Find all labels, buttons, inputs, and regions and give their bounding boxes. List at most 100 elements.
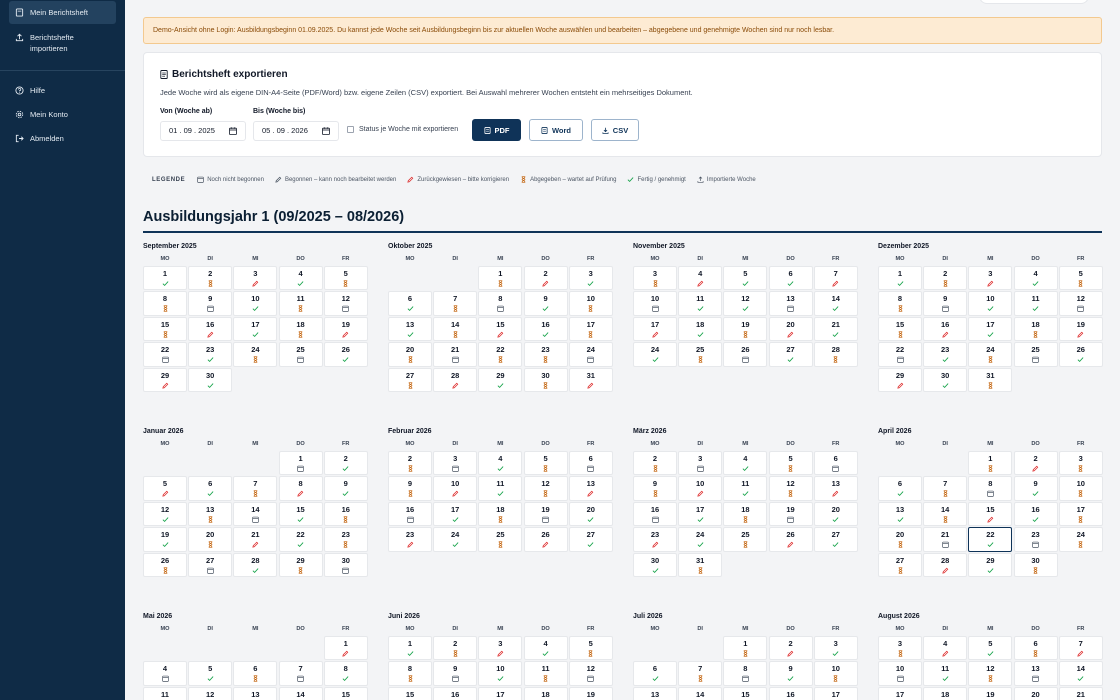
day-cell[interactable]: 6: [768, 266, 813, 291]
day-cell[interactable]: 23: [188, 342, 233, 367]
day-cell[interactable]: 6: [813, 451, 858, 476]
day-cell[interactable]: 7: [433, 291, 478, 316]
day-cell[interactable]: 15: [878, 316, 922, 342]
day-cell[interactable]: 10: [433, 476, 478, 501]
day-cell[interactable]: 20: [388, 342, 432, 367]
day-cell[interactable]: 11: [278, 291, 323, 316]
day-cell[interactable]: 2: [523, 266, 568, 291]
day-cell[interactable]: 14: [678, 686, 723, 700]
from-week-input[interactable]: 01 . 09 . 2025: [160, 121, 246, 141]
day-cell[interactable]: 27: [568, 527, 613, 552]
day-cell[interactable]: 23: [323, 527, 368, 552]
day-cell[interactable]: 21: [233, 527, 278, 552]
day-cell[interactable]: 17: [678, 501, 723, 527]
day-cell[interactable]: 14: [813, 291, 858, 316]
day-cell[interactable]: 9: [323, 476, 368, 501]
day-cell[interactable]: 22: [278, 527, 323, 552]
day-cell[interactable]: 5: [568, 636, 613, 661]
sidebar-item-berichtshefte-importieren[interactable]: Berichtshefte importieren: [9, 26, 116, 60]
day-cell[interactable]: 3: [678, 451, 723, 476]
day-cell[interactable]: 14: [923, 501, 968, 527]
day-cell[interactable]: 10: [813, 661, 858, 686]
day-cell[interactable]: 25: [723, 527, 768, 552]
day-cell[interactable]: 19: [143, 527, 187, 552]
day-cell[interactable]: 7: [923, 476, 968, 501]
day-cell[interactable]: 31: [568, 367, 613, 393]
day-cell[interactable]: 19: [523, 501, 568, 527]
day-cell[interactable]: 16: [768, 686, 813, 700]
day-cell[interactable]: 18: [923, 686, 968, 700]
day-cell[interactable]: 18: [523, 686, 568, 700]
day-cell[interactable]: 29: [278, 552, 323, 578]
top-right-control[interactable]: [979, 0, 1089, 4]
day-cell[interactable]: 3: [633, 266, 677, 291]
day-cell[interactable]: 29: [143, 367, 187, 393]
day-cell[interactable]: 1: [968, 451, 1013, 476]
day-cell[interactable]: 1: [323, 636, 368, 661]
day-cell[interactable]: 12: [1058, 291, 1103, 316]
day-cell[interactable]: 14: [233, 501, 278, 527]
day-cell[interactable]: 21: [813, 316, 858, 342]
day-cell[interactable]: 22: [878, 342, 922, 367]
day-cell[interactable]: 10: [233, 291, 278, 316]
day-cell[interactable]: 14: [433, 316, 478, 342]
day-cell[interactable]: 6: [188, 476, 233, 501]
day-cell[interactable]: 17: [813, 686, 858, 700]
day-cell[interactable]: 17: [1058, 501, 1103, 527]
day-cell[interactable]: 25: [1013, 342, 1058, 367]
day-cell[interactable]: 17: [433, 501, 478, 527]
day-cell[interactable]: 10: [633, 291, 677, 316]
status-checkbox[interactable]: Status je Woche mit exportieren: [347, 126, 458, 133]
day-cell[interactable]: 29: [968, 552, 1013, 578]
day-cell[interactable]: 28: [813, 342, 858, 367]
day-cell[interactable]: 19: [323, 316, 368, 342]
day-cell[interactable]: 17: [568, 316, 613, 342]
day-cell[interactable]: 13: [878, 501, 922, 527]
day-cell[interactable]: 10: [568, 291, 613, 316]
day-cell[interactable]: 18: [723, 501, 768, 527]
day-cell[interactable]: 12: [143, 501, 187, 527]
day-cell[interactable]: 31: [678, 552, 723, 578]
day-cell[interactable]: 15: [278, 501, 323, 527]
day-cell[interactable]: 20: [188, 527, 233, 552]
day-cell[interactable]: 14: [278, 686, 323, 700]
day-cell[interactable]: 1: [278, 451, 323, 476]
day-cell[interactable]: 20: [768, 316, 813, 342]
day-cell[interactable]: 9: [923, 291, 968, 316]
day-cell[interactable]: 11: [723, 476, 768, 501]
day-cell[interactable]: 19: [1058, 316, 1103, 342]
sidebar-item-mein-konto[interactable]: Mein Konto: [9, 103, 116, 126]
day-cell[interactable]: 8: [388, 661, 432, 686]
day-cell[interactable]: 30: [523, 367, 568, 393]
day-cell[interactable]: 12: [723, 291, 768, 316]
day-cell[interactable]: 10: [968, 291, 1013, 316]
status-checkbox-box[interactable]: [347, 126, 354, 133]
day-cell[interactable]: 27: [768, 342, 813, 367]
day-cell[interactable]: 9: [388, 476, 432, 501]
day-cell[interactable]: 2: [1013, 451, 1058, 476]
day-cell[interactable]: 5: [143, 476, 187, 501]
day-cell[interactable]: 8: [323, 661, 368, 686]
day-cell[interactable]: 7: [678, 661, 723, 686]
day-cell[interactable]: 30: [923, 367, 968, 393]
day-cell[interactable]: 23: [388, 527, 432, 552]
day-cell[interactable]: 20: [1013, 686, 1058, 700]
day-cell[interactable]: 4: [143, 661, 187, 686]
day-cell[interactable]: 15: [388, 686, 432, 700]
day-cell[interactable]: 27: [188, 552, 233, 578]
day-cell[interactable]: 7: [278, 661, 323, 686]
day-cell[interactable]: 3: [568, 266, 613, 291]
day-cell[interactable]: 7: [233, 476, 278, 501]
day-cell[interactable]: 24: [968, 342, 1013, 367]
day-cell[interactable]: 13: [768, 291, 813, 316]
day-cell[interactable]: 11: [923, 661, 968, 686]
day-cell[interactable]: 9: [188, 291, 233, 316]
day-cell[interactable]: 4: [678, 266, 723, 291]
day-cell[interactable]: 13: [388, 316, 432, 342]
day-cell[interactable]: 5: [968, 636, 1013, 661]
day-cell[interactable]: 12: [768, 476, 813, 501]
day-cell[interactable]: 3: [813, 636, 858, 661]
day-cell[interactable]: 5: [188, 661, 233, 686]
day-cell[interactable]: 15: [723, 686, 768, 700]
day-cell[interactable]: 4: [1013, 266, 1058, 291]
